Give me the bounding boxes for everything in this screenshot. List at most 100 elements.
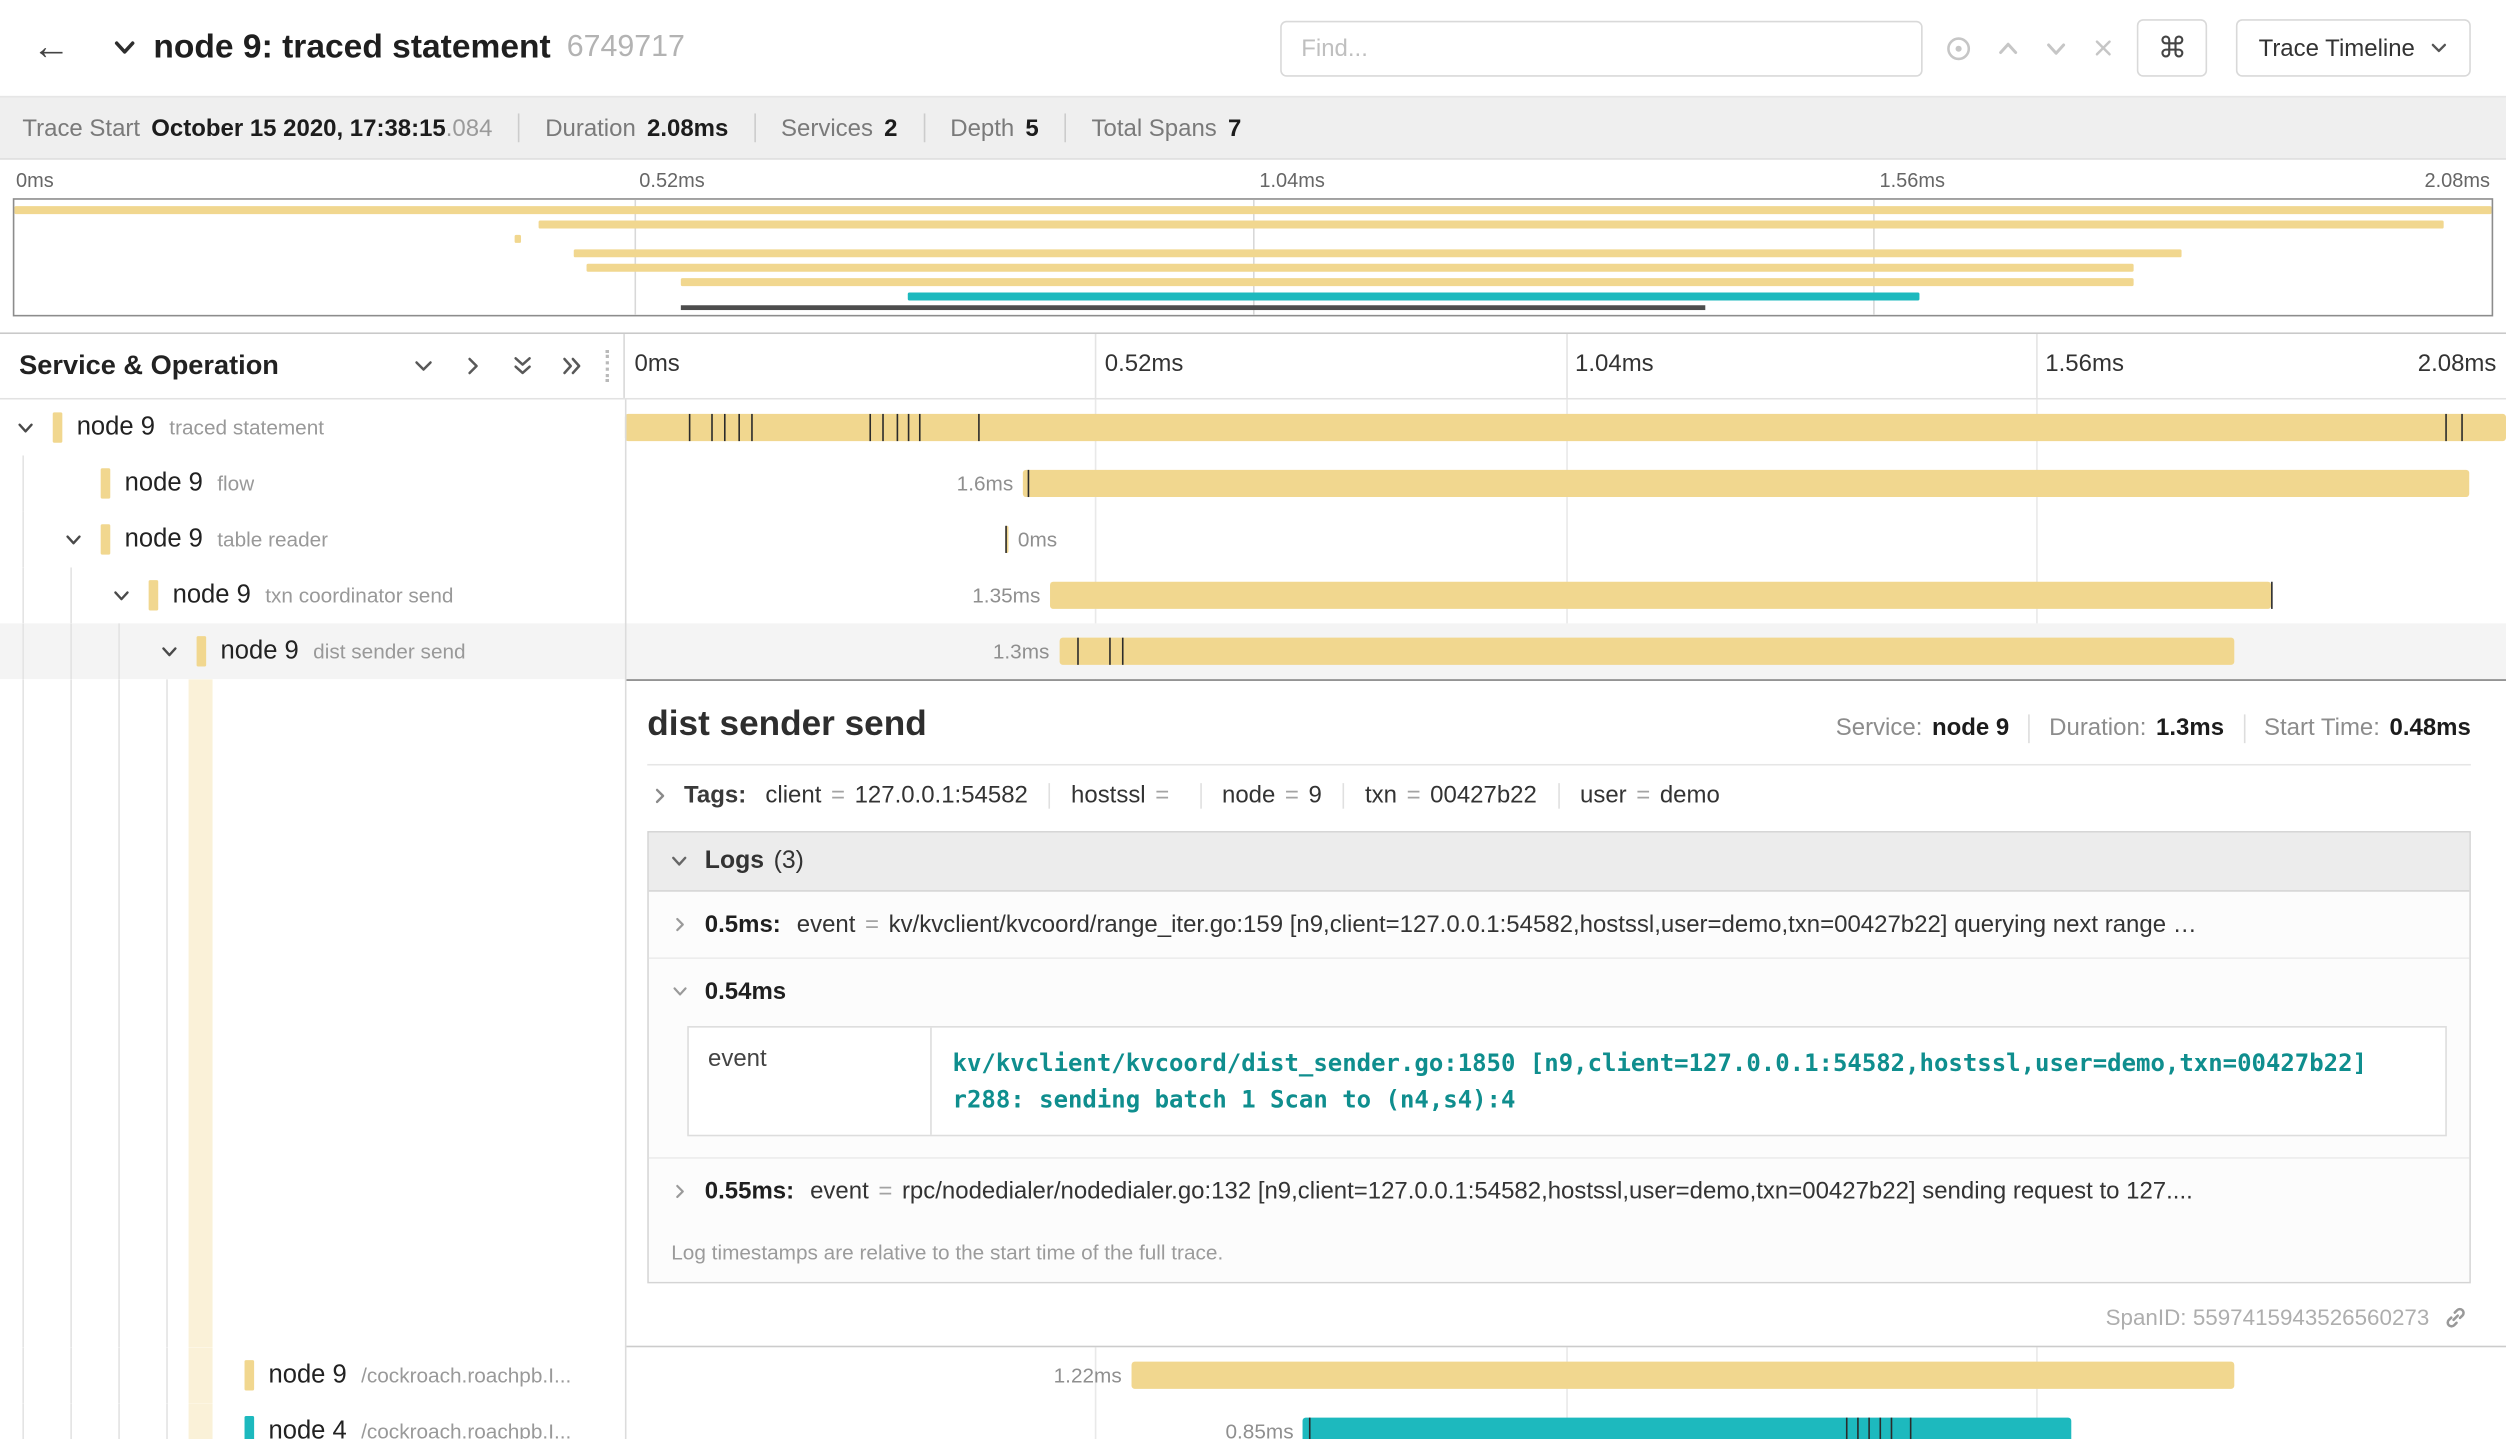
ruler-gridline (2036, 334, 2038, 398)
find-input[interactable] (1280, 20, 1922, 76)
log-value: rpc/nodedialer/nodedialer.go:132 [n9,cli… (902, 1178, 2193, 1205)
title-chevron-down-icon[interactable] (112, 35, 138, 61)
span-id-value: 5597415943526560273 (2193, 1304, 2429, 1330)
span-row[interactable]: node 4 /cockroach.roachpb.I... 0.85ms (0, 1403, 2506, 1439)
divider (1064, 113, 1066, 142)
span-id-row: SpanID: 5597415943526560273 (647, 1283, 2471, 1333)
log-summary: event = rpc/nodedialer/nodedialer.go:132… (810, 1178, 2447, 1205)
summary-value: 7 (1228, 114, 1241, 141)
minimap-canvas[interactable] (13, 198, 2493, 316)
span-row[interactable]: node 9 /cockroach.roachpb.I... 1.22ms (0, 1347, 2506, 1403)
keyboard-shortcuts-button[interactable]: ⌘ (2137, 19, 2207, 77)
span-row[interactable]: node 9 txn coordinator send 1.35ms (0, 567, 2506, 623)
span-bar[interactable] (1023, 470, 2470, 497)
equals-sign: = (1407, 782, 1421, 809)
log-summary: event = kv/kvclient/kvcoord/range_iter.g… (797, 911, 2447, 938)
minimap-span-bar (586, 264, 2134, 272)
divider (518, 113, 520, 142)
chevron-down-icon[interactable] (16, 418, 53, 437)
span-row-left: node 4 /cockroach.roachpb.I... (0, 1403, 625, 1439)
span-track[interactable] (625, 400, 2506, 456)
log-entry[interactable]: 0.55ms: event = rpc/nodedialer/nodediale… (649, 1157, 2469, 1224)
service-color-block (245, 1416, 255, 1439)
match-target-icon[interactable] (1945, 34, 1972, 61)
tag-item: client=127.0.0.1:54582 (765, 782, 1027, 809)
span-bar[interactable] (1059, 638, 2235, 665)
span-row-left: node 9 table reader (0, 511, 625, 567)
log-timestamp: 0.55ms: (705, 1178, 794, 1205)
span-track[interactable]: 1.6ms (625, 455, 2506, 511)
back-button[interactable]: ← (16, 24, 86, 72)
span-row[interactable]: node 9 table reader 0ms (0, 511, 2506, 567)
detail-indent-area (0, 679, 625, 1347)
indent-guide (118, 679, 120, 1347)
span-event-tick (738, 414, 740, 441)
summary-label: Trace Start (22, 114, 140, 141)
indent-guide (166, 1347, 168, 1403)
operation-name: flow (217, 471, 254, 495)
column-resize-gripper[interactable] (606, 350, 614, 382)
minimap-span-bar (14, 206, 2491, 214)
equals-sign: = (1636, 782, 1650, 809)
service-color-block (149, 580, 159, 610)
view-options-dropdown[interactable]: Trace Timeline (2236, 19, 2471, 77)
minimap-scrubber[interactable] (681, 305, 1705, 310)
trace-summary-bar: Trace Start October 15 2020, 17:38:15.08… (0, 96, 2506, 160)
trace-minimap: 0ms 0.52ms 1.04ms 1.56ms 2.08ms (0, 160, 2506, 333)
minimap-tick-label: 0.52ms (639, 169, 705, 191)
equals-sign: = (865, 911, 879, 938)
span-track[interactable]: 1.3ms (625, 623, 2506, 679)
next-result-chevron-down-icon[interactable] (2044, 36, 2068, 60)
minimap-span-bar (515, 235, 521, 243)
selected-subtree-band (189, 1403, 213, 1439)
span-track[interactable]: 1.35ms (625, 567, 2506, 623)
tags-row[interactable]: Tags: client=127.0.0.1:54582 hostssl= no… (647, 766, 2471, 824)
collapse-one-chevron-down-icon[interactable] (412, 355, 434, 377)
tree-controls (412, 355, 583, 377)
span-bar[interactable] (1303, 1418, 2072, 1439)
expand-all-double-chevron-right-icon[interactable] (561, 355, 583, 377)
span-row[interactable]: node 9 flow 1.6ms (0, 455, 2506, 511)
chevron-down-icon[interactable] (64, 530, 101, 549)
span-bar[interactable] (1131, 1362, 2234, 1389)
span-track[interactable]: 1.22ms (625, 1347, 2506, 1403)
service-color-block (101, 468, 111, 498)
span-row-left: node 9 /cockroach.roachpb.I... (0, 1347, 625, 1403)
span-duration-label: 1.22ms (1054, 1363, 1122, 1387)
chevron-down-icon (2429, 38, 2448, 57)
clear-search-close-icon[interactable] (2092, 37, 2114, 59)
span-event-tick (1005, 526, 1007, 553)
copy-link-icon[interactable] (2444, 1305, 2468, 1329)
minimap-span-bar (538, 221, 2444, 229)
divider (1343, 782, 1345, 808)
span-track[interactable]: 0ms (625, 511, 2506, 567)
tags-label: Tags: (684, 782, 746, 809)
expand-one-chevron-right-icon[interactable] (462, 355, 484, 377)
collapse-all-double-chevron-down-icon[interactable] (511, 355, 533, 377)
chevron-down-icon[interactable] (160, 642, 197, 661)
prev-result-chevron-up-icon[interactable] (1996, 36, 2020, 60)
column-divider[interactable] (625, 400, 627, 1439)
span-row[interactable]: node 9 traced statement (0, 400, 2506, 456)
log-fields-table: event kv/kvclient/kvcoord/dist_sender.go… (687, 1026, 2447, 1136)
divider (923, 113, 925, 142)
logs-header[interactable]: Logs (3) (649, 833, 2469, 892)
span-duration-label: 0.85ms (1225, 1419, 1293, 1439)
span-event-tick (1027, 470, 1029, 497)
service-color-block (245, 1360, 255, 1390)
chevron-down-icon[interactable] (112, 586, 149, 605)
minimap-span-bar (574, 249, 2182, 257)
span-track[interactable]: 0.85ms (625, 1403, 2506, 1439)
span-event-tick (1909, 1418, 1911, 1439)
ruler-tick-label: 0ms (634, 350, 679, 377)
log-entry-expanded[interactable]: 0.54ms (649, 957, 2469, 1024)
span-event-tick (711, 414, 713, 441)
detail-header: dist sender send Service: node 9 Duratio… (647, 703, 2471, 765)
span-bar[interactable] (1050, 582, 2271, 609)
summary-value-suffix: .084 (446, 114, 493, 141)
span-row-selected[interactable]: node 9 dist sender send 1.3ms (0, 623, 2506, 679)
log-entry[interactable]: 0.5ms: event = kv/kvclient/kvcoord/range… (649, 892, 2469, 958)
span-row-left: node 9 txn coordinator send (0, 567, 625, 623)
operation-name: table reader (217, 527, 328, 551)
divider (1200, 782, 1202, 808)
